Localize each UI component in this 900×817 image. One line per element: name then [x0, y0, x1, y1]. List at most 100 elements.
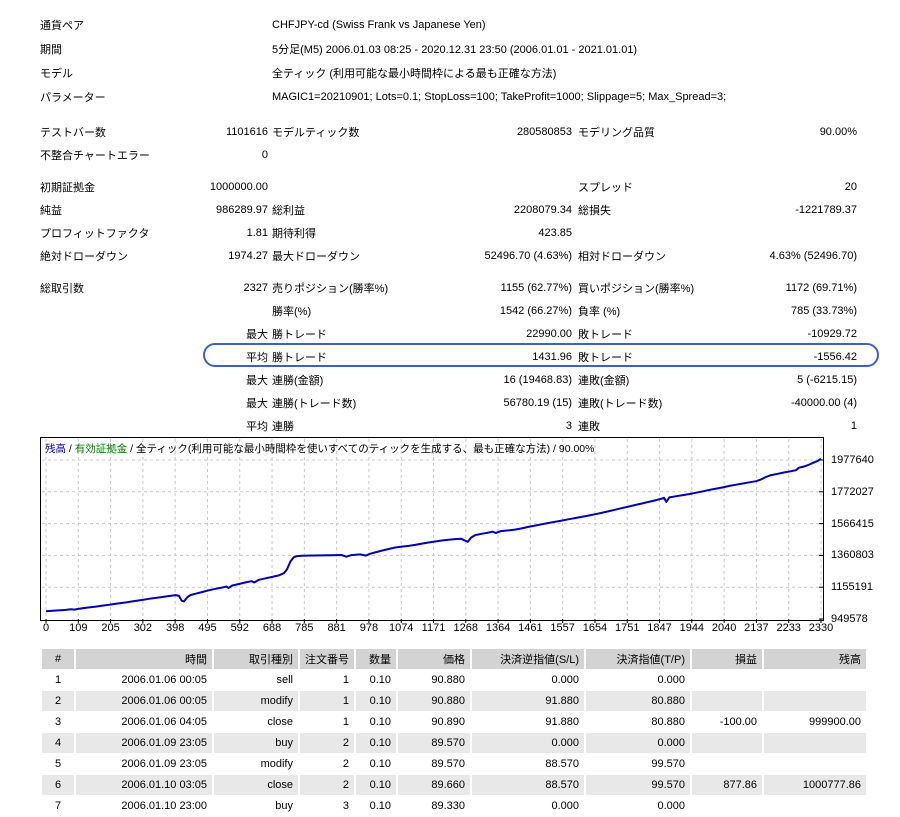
- info-value: 5分足(M5) 2006.01.03 08:25 - 2020.12.31 23…: [272, 44, 638, 56]
- cell: 2: [300, 775, 354, 795]
- stat-value-2: 16 (19468.83): [503, 373, 573, 386]
- stat-value-3: 785 (33.73%): [790, 304, 857, 317]
- cell: 2006.01.09 23:05: [121, 758, 207, 770]
- cell: 0.000: [551, 800, 579, 812]
- stat-value-2: 2208079.34: [513, 203, 572, 216]
- stat-value-2: 423.85: [538, 226, 572, 239]
- cell: 0.000: [551, 674, 579, 686]
- column-header: 時間: [76, 649, 212, 669]
- stat-value-1: 986289.97: [216, 203, 268, 216]
- cell: 91.880: [545, 716, 579, 728]
- cell: 99.570: [651, 758, 685, 770]
- stat-label-3: スプレッド: [578, 181, 633, 194]
- cell: 89.570: [398, 733, 470, 753]
- table-row: 1 2006.01.06 00:05 sell 1 0.10 90.880 0.000 0.0…: [42, 670, 866, 690]
- cell: 877.86: [692, 775, 762, 795]
- legend-separator: /: [127, 443, 137, 455]
- balance-chart-canvas: [42, 439, 823, 623]
- stat-value-2: 56780.19 (15): [503, 396, 573, 409]
- stat-value-1: 1974.27: [228, 249, 268, 262]
- cell: 0.10: [369, 758, 391, 770]
- stat-value-2: 1542 (66.27%): [499, 304, 572, 317]
- stat-row: 平均 勝トレード 1431.96 敗トレード -1556.42: [40, 345, 870, 368]
- trade-history-table: # 時間 取引種別 注文番号 数量 価格 決済逆指値(S/L) 決済指値(T/P) 損益 残高 1…: [40, 648, 868, 817]
- column-header: 損益: [692, 649, 762, 669]
- stat-label-3: 連敗(トレード数): [578, 397, 663, 410]
- stat-value-3: 1172 (69.71%): [785, 281, 857, 294]
- stat-label-3: 連敗(金額): [578, 374, 630, 387]
- cell: 0.000: [657, 674, 685, 686]
- stat-label-2: 連勝: [272, 420, 294, 433]
- stat-label-2: モデルティック数: [272, 126, 360, 139]
- cell: buy: [275, 800, 293, 812]
- balance-chart: 残高 / 有効証拠金 / 全ティック(利用可能な最小時間枠を使いすべてのティック…: [40, 437, 824, 623]
- cell: [692, 733, 762, 753]
- cell: 2006.01.09 23:05: [76, 733, 212, 753]
- y-axis-tick-label: 1155191: [831, 581, 874, 594]
- cell: 0.10: [356, 691, 396, 711]
- table-row: 2 2006.01.06 00:05 modify 1 0.10 90.880 91.880…: [42, 691, 866, 711]
- table-header-row: # 時間 取引種別 注文番号 数量 価格 決済逆指値(S/L) 決済指値(T/P) 損益 残高: [42, 649, 866, 669]
- cell: 88.570: [545, 758, 579, 770]
- stat-label-2: 連勝(トレード数): [272, 397, 357, 410]
- table-row: 4 2006.01.09 23:05 buy 2 0.10 89.570 0.000 0.00…: [42, 733, 866, 753]
- stat-value-3: -10929.72: [807, 327, 857, 340]
- info-value: MAGIC1=20210901; Lots=0.1; StopLoss=100;…: [272, 91, 727, 103]
- y-axis-tick-label: 1566415: [831, 517, 874, 530]
- stat-label-2: 総利益: [272, 204, 305, 217]
- stat-value-1: 最大: [246, 328, 268, 341]
- column-header: 注文番号: [300, 649, 354, 669]
- legend-equity-label: 有効証拠金: [74, 443, 128, 455]
- info-row: 通貨ペア CHFJPY-cd (Swiss Frank vs Japanese …: [40, 13, 726, 37]
- cell: close: [267, 716, 293, 728]
- stat-value-1: 最大: [246, 397, 268, 410]
- column-header: 価格: [398, 649, 470, 669]
- cell: 2006.01.10 03:05: [76, 775, 212, 795]
- stat-value-1: 0: [261, 148, 268, 161]
- stat-label-1: 総取引数: [40, 282, 84, 295]
- stats-section: テストバー数 1101616 モデルティック数 280580853 モデリング品…: [40, 120, 879, 437]
- column-header: 取引種別: [214, 649, 298, 669]
- cell: 999900.00: [809, 716, 861, 728]
- stat-value-3: 5 (-6215.15): [797, 373, 857, 386]
- stat-row: テストバー数 1101616 モデルティック数 280580853 モデリング品…: [40, 120, 870, 143]
- strategy-tester-report: { "info": { "rows": [ {"label":"通貨ペア","v…: [0, 0, 900, 812]
- cell: 2006.01.10 23:00: [121, 800, 207, 812]
- legend-separator: /: [550, 443, 559, 455]
- cell: buy: [214, 733, 298, 753]
- stat-row: 最大 勝トレード 22990.00 敗トレード -10929.72: [40, 322, 870, 345]
- cell: [764, 670, 866, 690]
- cell: 3: [342, 800, 349, 812]
- stat-value-3: -1221789.37: [795, 203, 857, 216]
- stat-row: 平均 連勝 3 連敗 1: [40, 414, 870, 437]
- stat-value-2: 1431.96: [532, 350, 572, 363]
- stat-label-2: 勝トレード: [272, 328, 327, 341]
- y-axis-tick-label: 1772027: [831, 485, 874, 498]
- stat-row: 不整合チャートエラー 0: [40, 143, 870, 166]
- cell: 2: [342, 758, 349, 770]
- info-row: 期間 5分足(M5) 2006.01.03 08:25 - 2020.12.31…: [40, 37, 726, 61]
- stat-label-2: 売りポジション(勝率%): [272, 282, 389, 295]
- cell: 0.10: [356, 775, 396, 795]
- info-section: 通貨ペア CHFJPY-cd (Swiss Frank vs Japanese …: [40, 13, 726, 109]
- stat-row: 最大 連勝(トレード数) 56780.19 (15) 連敗(トレード数) -40…: [40, 391, 870, 414]
- cell: 0.10: [356, 733, 396, 753]
- stat-row: 絶対ドローダウン 1974.27 最大ドローダウン 52496.70 (4.63…: [40, 244, 870, 267]
- stat-label-3: 負率 (%): [578, 305, 621, 318]
- stat-label-1: テストバー数: [40, 126, 106, 139]
- stat-row: 純益 986289.97 総利益 2208079.34 総損失 -1221789…: [40, 198, 870, 221]
- cell: 2: [42, 691, 74, 711]
- stat-value-1: 平均: [246, 351, 268, 364]
- stat-value-3: 4.63% (52496.70): [769, 249, 857, 262]
- y-axis-tick-label: 1977640: [831, 454, 874, 466]
- stat-value-1: 1101616: [225, 125, 268, 138]
- column-header: 決済逆指値(S/L): [472, 649, 584, 669]
- cell: 80.880: [651, 716, 685, 728]
- cell: 90.890: [431, 716, 465, 728]
- stat-label-1: 絶対ドローダウン: [40, 250, 128, 263]
- stat-value-2: 1155 (62.77%): [500, 281, 572, 294]
- y-axis-tick-label: 949578: [831, 613, 868, 625]
- stat-value-1: 1.81: [246, 226, 268, 239]
- cell: 0.10: [369, 800, 391, 812]
- cell: 0.000: [657, 800, 685, 812]
